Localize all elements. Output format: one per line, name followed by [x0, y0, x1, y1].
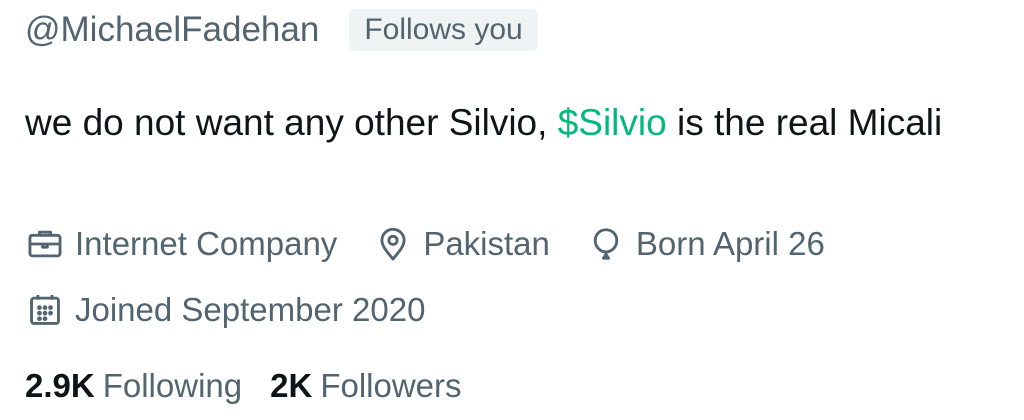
meta-profession: Internet Company [25, 224, 337, 264]
location-pin-icon [373, 224, 413, 264]
following-link[interactable]: 2.9K Following [25, 367, 242, 405]
balloon-icon [586, 224, 626, 264]
meta-birthday: Born April 26 [586, 224, 825, 264]
meta-joined-text: Joined September 2020 [75, 291, 426, 328]
profile-meta-row-joined: Joined September 2020 [25, 288, 461, 332]
meta-joined: Joined September 2020 [25, 290, 425, 330]
bio-text-before: we do not want any other Silvio, [25, 102, 558, 143]
following-count: 2.9K [25, 367, 95, 404]
followers-link[interactable]: 2K Followers [270, 367, 461, 405]
followers-label: Followers [320, 367, 462, 404]
profile-meta-row: Internet Company Pakistan Born April 26 [25, 222, 861, 266]
meta-location-text: Pakistan [423, 225, 550, 262]
handle-row: @MichaelFadehan Follows you [25, 6, 538, 54]
bio-text-after: is the real Micali [666, 102, 943, 143]
calendar-icon [25, 290, 65, 330]
meta-profession-text: Internet Company [75, 225, 338, 262]
profile-bio: we do not want any other Silvio, $Silvio… [25, 96, 985, 149]
cashtag-link[interactable]: $Silvio [558, 102, 667, 143]
follows-you-badge: Follows you [349, 9, 538, 51]
following-label: Following [102, 367, 243, 404]
followers-count: 2K [270, 367, 313, 404]
briefcase-icon [25, 224, 65, 264]
follow-stats: 2.9K Following 2K Followers [25, 364, 490, 408]
meta-birthday-text: Born April 26 [635, 225, 825, 262]
profile-handle: @MichaelFadehan [25, 10, 320, 49]
meta-location: Pakistan [373, 224, 550, 264]
